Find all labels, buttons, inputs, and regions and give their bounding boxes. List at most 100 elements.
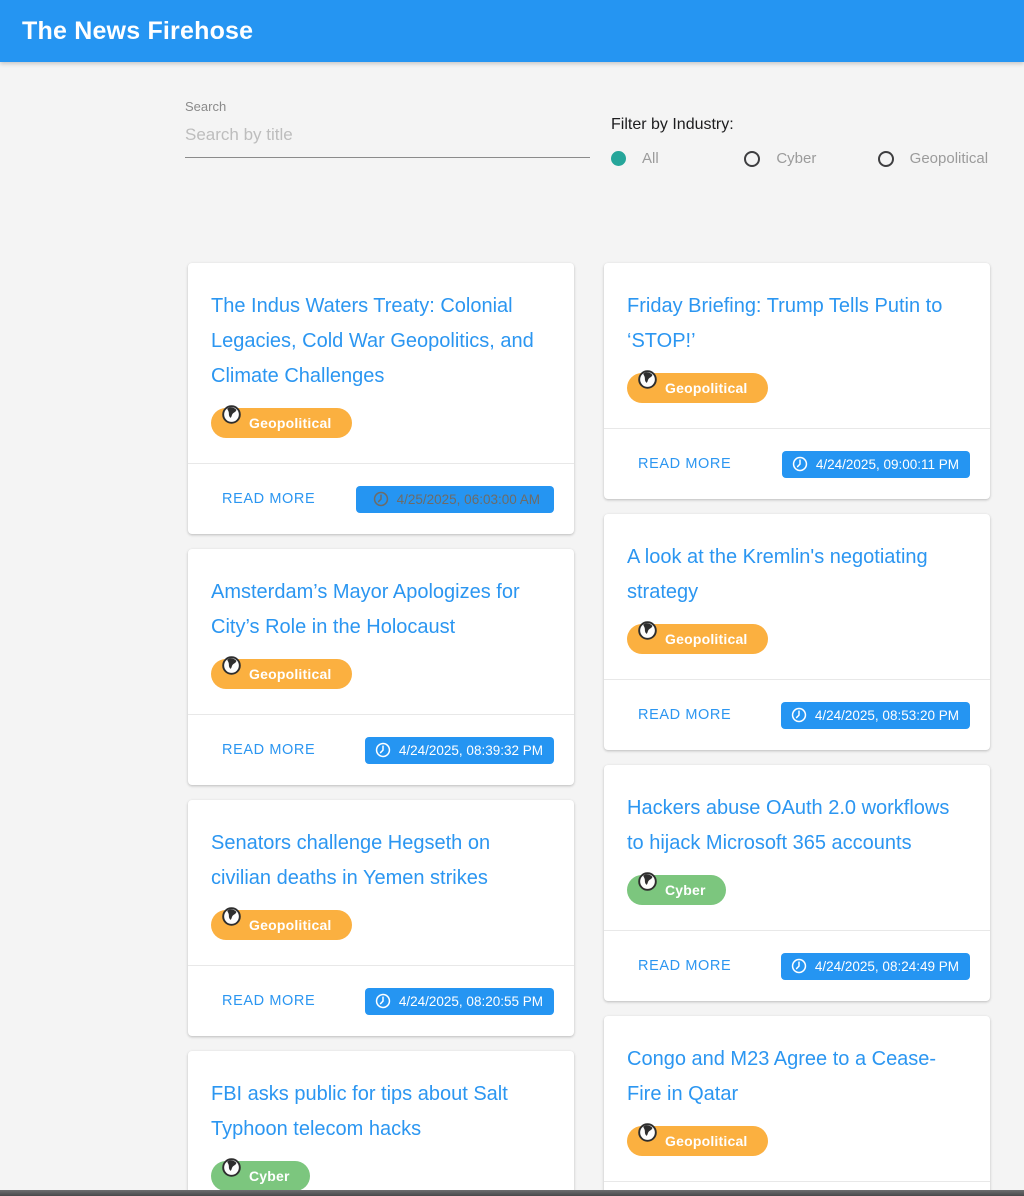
badge-row: Geopolitical — [627, 1112, 966, 1156]
read-more-button[interactable]: READ MORE — [628, 699, 741, 731]
card-footer: READ MORE 4/24/2025, 08:24:49 PM — [604, 930, 990, 1001]
timestamp-text: 4/24/2025, 08:24:49 PM — [815, 959, 959, 974]
category-badge-label: Geopolitical — [665, 380, 748, 396]
globe-icon — [221, 404, 242, 425]
radio-option-label: Cyber — [776, 150, 816, 167]
globe-icon — [637, 871, 658, 892]
radio-checked-icon[interactable] — [611, 151, 626, 166]
badge-row: Geopolitical — [627, 610, 966, 654]
clock-icon — [791, 455, 809, 473]
app-title: The News Firehose — [22, 17, 253, 46]
radio-option-all[interactable]: All — [611, 150, 744, 167]
news-card: Amsterdam’s Mayor Apologizes for City’s … — [188, 549, 574, 785]
category-badge: Geopolitical — [627, 624, 768, 654]
category-badge-label: Geopolitical — [249, 666, 332, 682]
card-footer: READ MORE 4/25/2025, 06:03:00 AM — [188, 463, 574, 534]
category-badge: Geopolitical — [627, 1126, 768, 1156]
read-more-button[interactable]: READ MORE — [212, 483, 325, 515]
badge-row: Cyber — [211, 1147, 550, 1191]
timestamp-chip: 4/24/2025, 08:20:55 PM — [365, 988, 554, 1015]
globe-icon — [221, 906, 242, 927]
read-more-button[interactable]: READ MORE — [212, 734, 325, 766]
card-footer: READ MORE 4/24/2025, 09:00:11 PM — [604, 428, 990, 499]
category-badge-label: Geopolitical — [665, 1133, 748, 1149]
card-content: Hackers abuse OAuth 2.0 workflows to hij… — [604, 765, 990, 930]
category-badge: Geopolitical — [211, 910, 352, 940]
card-footer: READ MORE 4/24/2025, 08:53:20 PM — [604, 679, 990, 750]
timestamp-text: 4/24/2025, 08:20:55 PM — [399, 994, 543, 1009]
card-content: Congo and M23 Agree to a Cease-Fire in Q… — [604, 1016, 990, 1181]
search-block: Search — [185, 99, 590, 158]
search-label: Search — [185, 99, 590, 114]
read-more-button[interactable]: READ MORE — [628, 950, 741, 982]
globe-icon — [637, 1122, 658, 1143]
card-content: Senators challenge Hegseth on civilian d… — [188, 800, 574, 965]
card-column-left: The Indus Waters Treaty: Colonial Legaci… — [188, 263, 574, 1196]
news-card: The Indus Waters Treaty: Colonial Legaci… — [188, 263, 574, 534]
category-badge-label: Geopolitical — [249, 917, 332, 933]
category-badge-label: Cyber — [665, 882, 706, 898]
radio-option-geopolitical[interactable]: Geopolitical — [878, 150, 1011, 167]
card-content: FBI asks public for tips about Salt Typh… — [188, 1051, 574, 1196]
industry-filter: Filter by Industry: All Cyber Geopolitical — [611, 116, 1011, 167]
clock-icon — [372, 490, 390, 508]
article-title-link[interactable]: Amsterdam’s Mayor Apologizes for City’s … — [211, 575, 550, 645]
card-content: The Indus Waters Treaty: Colonial Legaci… — [188, 263, 574, 463]
radio-option-cyber[interactable]: Cyber — [744, 150, 877, 167]
timestamp-chip: 4/24/2025, 09:00:11 PM — [782, 451, 970, 478]
badge-row: Geopolitical — [627, 359, 966, 403]
news-card: Hackers abuse OAuth 2.0 workflows to hij… — [604, 765, 990, 1001]
card-content: Friday Briefing: Trump Tells Putin to ‘S… — [604, 263, 990, 428]
clock-icon — [790, 957, 808, 975]
globe-icon — [221, 655, 242, 676]
clock-icon — [374, 992, 392, 1010]
timestamp-text: 4/25/2025, 06:03:00 AM — [397, 492, 540, 507]
industry-radio-group: All Cyber Geopolitical — [611, 150, 1011, 167]
category-badge-label: Geopolitical — [249, 415, 332, 431]
radio-unchecked-icon[interactable] — [878, 151, 894, 167]
timestamp-text: 4/24/2025, 08:53:20 PM — [815, 708, 959, 723]
timestamp-chip: 4/24/2025, 08:53:20 PM — [781, 702, 970, 729]
timestamp-text: 4/24/2025, 08:39:32 PM — [399, 743, 543, 758]
clock-icon — [790, 706, 808, 724]
news-card: Senators challenge Hegseth on civilian d… — [188, 800, 574, 1036]
radio-unchecked-icon[interactable] — [744, 151, 760, 167]
article-title-link[interactable]: A look at the Kremlin's negotiating stra… — [627, 540, 966, 610]
news-card-grid: The Indus Waters Treaty: Colonial Legaci… — [188, 263, 990, 1196]
article-title-link[interactable]: Congo and M23 Agree to a Cease-Fire in Q… — [627, 1042, 966, 1112]
news-card: FBI asks public for tips about Salt Typh… — [188, 1051, 574, 1196]
timestamp-text: 4/24/2025, 09:00:11 PM — [816, 457, 959, 472]
category-badge-label: Geopolitical — [665, 631, 748, 647]
badge-row: Geopolitical — [211, 645, 550, 689]
card-column-right: Friday Briefing: Trump Tells Putin to ‘S… — [604, 263, 990, 1196]
radio-option-label: All — [642, 150, 659, 167]
news-card: Friday Briefing: Trump Tells Putin to ‘S… — [604, 263, 990, 499]
app-header: The News Firehose — [0, 0, 1024, 62]
timestamp-chip: 4/24/2025, 08:39:32 PM — [365, 737, 554, 764]
category-badge: Cyber — [627, 875, 726, 905]
category-badge: Geopolitical — [211, 659, 352, 689]
filter-label: Filter by Industry: — [611, 116, 1011, 134]
globe-icon — [221, 1157, 242, 1178]
search-input[interactable] — [185, 123, 590, 158]
timestamp-chip: 4/24/2025, 08:24:49 PM — [781, 953, 970, 980]
card-content: Amsterdam’s Mayor Apologizes for City’s … — [188, 549, 574, 714]
category-badge: Geopolitical — [211, 408, 352, 438]
article-title-link[interactable]: FBI asks public for tips about Salt Typh… — [211, 1077, 550, 1147]
badge-row: Geopolitical — [211, 896, 550, 940]
news-card: Congo and M23 Agree to a Cease-Fire in Q… — [604, 1016, 990, 1196]
article-title-link[interactable]: The Indus Waters Treaty: Colonial Legaci… — [211, 289, 550, 394]
badge-row: Geopolitical — [211, 394, 550, 438]
read-more-button[interactable]: READ MORE — [212, 985, 325, 1017]
article-title-link[interactable]: Senators challenge Hegseth on civilian d… — [211, 826, 550, 896]
category-badge: Geopolitical — [627, 373, 768, 403]
read-more-button[interactable]: READ MORE — [628, 448, 741, 480]
globe-icon — [637, 620, 658, 641]
bottom-edge-bar — [0, 1190, 1024, 1196]
category-badge-label: Cyber — [249, 1168, 290, 1184]
article-title-link[interactable]: Friday Briefing: Trump Tells Putin to ‘S… — [627, 289, 966, 359]
card-footer: READ MORE 4/24/2025, 08:39:32 PM — [188, 714, 574, 785]
article-title-link[interactable]: Hackers abuse OAuth 2.0 workflows to hij… — [627, 791, 966, 861]
clock-icon — [374, 741, 392, 759]
timestamp-chip: 4/25/2025, 06:03:00 AM — [356, 486, 554, 513]
